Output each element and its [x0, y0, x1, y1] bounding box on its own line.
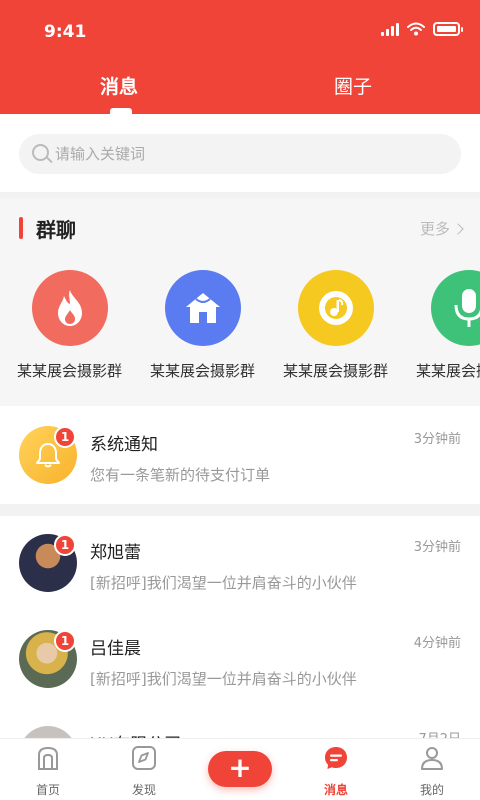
- add-button[interactable]: +: [208, 751, 272, 787]
- list-item[interactable]: 1 吕佳晨 [新招呼]我们渴望一位并肩奋斗的小伙伴 4分钟前: [0, 612, 480, 708]
- battery-icon: [433, 22, 463, 36]
- home-icon: [186, 293, 220, 323]
- tabbar-messages[interactable]: 消息: [306, 745, 366, 798]
- group-item-label: 某某展会摄影群: [283, 362, 389, 380]
- header: 9:41 消息 圈子: [0, 0, 480, 114]
- message-list: 1 郑旭蕾 [新招呼]我们渴望一位并肩奋斗的小伙伴 3分钟前 1 吕佳晨 [新招…: [0, 516, 480, 738]
- avatar: [19, 726, 77, 738]
- signal-icon: [381, 22, 399, 36]
- group-chat-title: 群聊: [36, 218, 76, 242]
- search-input[interactable]: [55, 140, 445, 168]
- more-label: 更多: [419, 220, 450, 238]
- tabbar-mine[interactable]: 我的: [402, 745, 462, 798]
- fire-icon: [58, 290, 82, 326]
- tabbar-label: 发现: [131, 783, 156, 797]
- compass-icon: [132, 746, 156, 770]
- tabbar-discover[interactable]: 发现: [114, 745, 174, 798]
- search-bar[interactable]: [19, 134, 461, 174]
- message-time: 7月2日: [418, 728, 461, 738]
- message-name: 吕佳晨: [90, 639, 141, 659]
- group-chat-section: 群聊 更多 某某展会摄影群 某某展会摄影群 某某展会摄影群 某某展会: [0, 198, 480, 406]
- message-name: XX有限公司: [90, 730, 181, 738]
- tab-circle[interactable]: 圈子: [334, 72, 372, 99]
- list-item[interactable]: 1 郑旭蕾 [新招呼]我们渴望一位并肩奋斗的小伙伴 3分钟前: [0, 516, 480, 612]
- status-icons: [381, 22, 463, 36]
- group-item-4[interactable]: [431, 270, 480, 346]
- bottom-tab-bar: 首页 发现 + 消息 我的: [0, 738, 480, 800]
- notice-time: 3分钟前: [413, 432, 461, 447]
- tabbar-label: 消息: [323, 783, 348, 797]
- system-notice-row[interactable]: 1 系统通知 您有一条笔新的待支付订单 3分钟前: [0, 406, 480, 504]
- wifi-icon: [407, 22, 425, 36]
- section-accent-bar: [19, 217, 23, 239]
- chevron-right-icon: [452, 222, 464, 235]
- unread-badge: 1: [54, 534, 76, 556]
- search-section: [0, 114, 480, 192]
- music-note-icon: [319, 291, 353, 325]
- unread-badge: 1: [54, 630, 76, 652]
- group-item-3[interactable]: [298, 270, 374, 346]
- message-time: 3分钟前: [413, 540, 461, 555]
- message-preview: [新招呼]我们渴望一位并肩奋斗的小伙伴: [90, 574, 357, 592]
- message-icon: [325, 747, 347, 769]
- status-bar: 9:41: [0, 0, 480, 64]
- message-name: 郑旭蕾: [90, 543, 141, 563]
- group-item-label: 某某展会摄影群: [416, 362, 480, 380]
- tabbar-home[interactable]: 首页: [18, 745, 78, 798]
- more-link[interactable]: 更多: [419, 218, 464, 239]
- user-icon: [421, 747, 443, 770]
- notice-subtitle: 您有一条笔新的待支付订单: [90, 466, 271, 484]
- tab-messages[interactable]: 消息: [100, 72, 138, 99]
- tabbar-label: 我的: [419, 783, 444, 797]
- tabbar-label: 首页: [35, 783, 60, 797]
- group-item-label: 某某展会摄影群: [150, 362, 256, 380]
- notice-title: 系统通知: [90, 435, 158, 455]
- message-time: 4分钟前: [413, 636, 461, 651]
- group-item-label: 某某展会摄影群: [17, 362, 123, 380]
- group-item-2[interactable]: [165, 270, 241, 346]
- message-preview: [新招呼]我们渴望一位并肩奋斗的小伙伴: [90, 670, 357, 688]
- microphone-icon: [454, 289, 480, 327]
- home-arch-icon: [38, 746, 58, 770]
- group-item-1[interactable]: [32, 270, 108, 346]
- search-icon: [32, 144, 49, 161]
- unread-badge: 1: [54, 426, 76, 448]
- status-time: 9:41: [44, 22, 87, 42]
- list-item[interactable]: XX有限公司 7月2日: [0, 708, 480, 738]
